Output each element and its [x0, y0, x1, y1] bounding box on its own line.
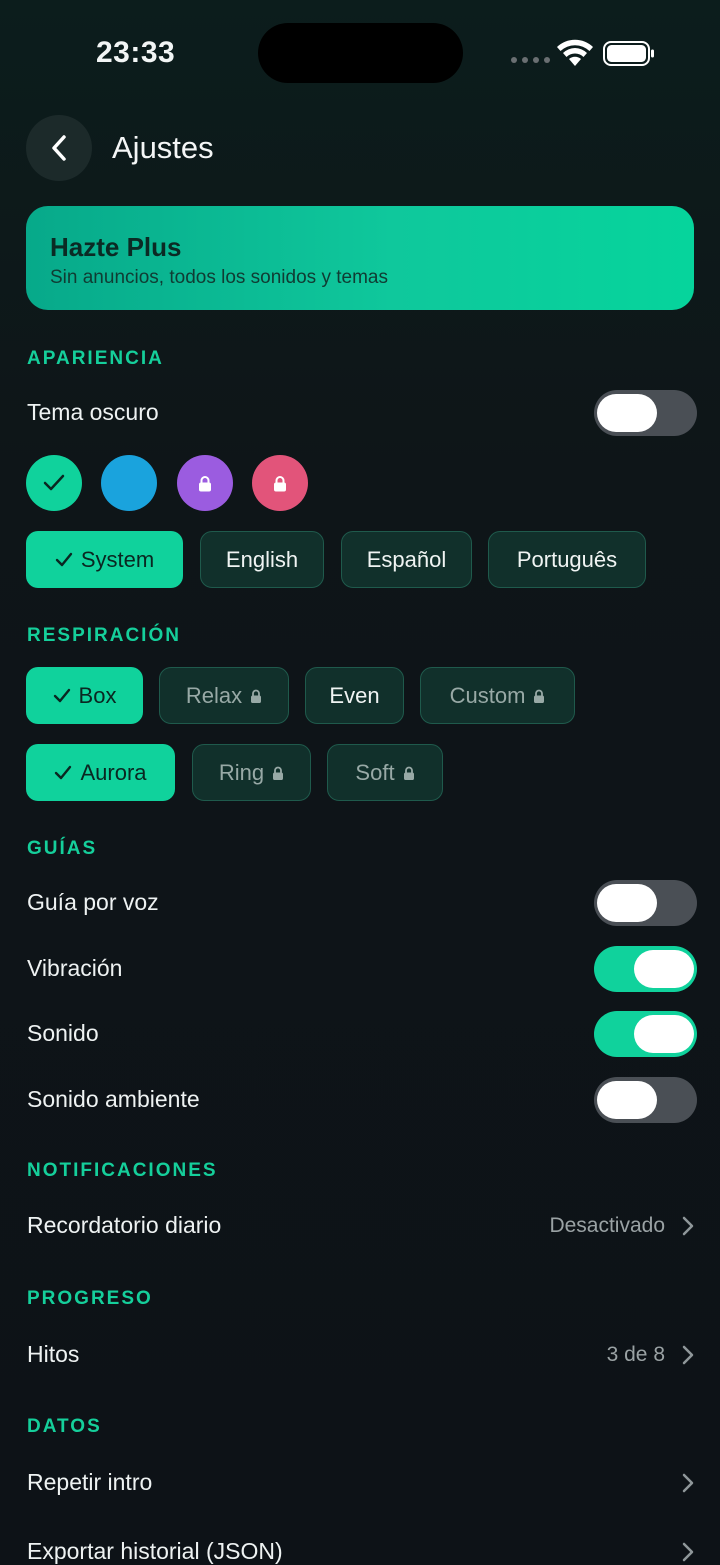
sound-label: Sonido: [27, 1020, 99, 1046]
chip-label: Box: [78, 682, 117, 708]
lock-icon: [273, 766, 284, 780]
language-chip-english[interactable]: English: [200, 531, 324, 588]
ambient-sound-label: Sonido ambiente: [27, 1086, 200, 1112]
language-chip-portugues[interactable]: Português: [488, 531, 646, 588]
chip-label: English: [225, 546, 299, 572]
chip-label: System: [80, 546, 155, 572]
milestones-label: Hitos: [27, 1341, 80, 1367]
milestones-row[interactable]: Hitos 3 de 8: [0, 1324, 720, 1386]
sound-toggle[interactable]: [594, 1011, 697, 1057]
ambient-sound-toggle[interactable]: [594, 1077, 697, 1123]
check-icon: [43, 474, 65, 491]
theme-swatch-purple[interactable]: [177, 455, 233, 511]
daily-reminder-value: Desactivado: [549, 1214, 665, 1237]
chip-label: Even: [329, 682, 380, 708]
chevron-left-icon: [52, 135, 66, 161]
chip-label: Aurora: [80, 759, 147, 785]
export-history-label: Exportar historial (JSON): [27, 1538, 283, 1564]
dark-theme-label: Tema oscuro: [27, 399, 159, 425]
daily-reminder-row[interactable]: Recordatorio diario Desactivado: [0, 1195, 720, 1257]
cellular-signal-icon: [511, 57, 550, 63]
section-header-progress: PROGRESO: [27, 1288, 153, 1309]
chip-label: Soft: [355, 759, 395, 785]
upgrade-plus-banner[interactable]: Hazte Plus Sin anuncios, todos los sonid…: [26, 206, 694, 310]
export-history-row[interactable]: Exportar historial (JSON): [0, 1522, 720, 1565]
visual-chip-ring[interactable]: Ring: [192, 744, 311, 801]
daily-reminder-label: Recordatorio diario: [27, 1212, 222, 1238]
chip-label: Ring: [218, 759, 265, 785]
check-icon: [55, 765, 72, 779]
pattern-chip-even[interactable]: Even: [305, 667, 404, 724]
section-header-appearance: APARIENCIA: [27, 348, 164, 369]
dynamic-island: [258, 23, 463, 83]
language-chip-espanol[interactable]: Español: [341, 531, 472, 588]
voice-guide-label: Guía por voz: [27, 889, 159, 915]
lock-icon: [403, 766, 414, 780]
theme-swatch-blue[interactable]: [101, 455, 157, 511]
check-icon: [53, 688, 70, 702]
plus-title: Hazte Plus: [50, 232, 182, 262]
back-button[interactable]: [26, 115, 92, 181]
section-header-guides: GUÍAS: [27, 838, 98, 859]
lock-icon: [534, 689, 545, 703]
lock-icon: [199, 475, 211, 491]
page-title: Ajustes: [112, 130, 214, 165]
theme-swatch-pink[interactable]: [252, 455, 308, 511]
language-chip-system[interactable]: System: [26, 531, 183, 588]
theme-swatch-green[interactable]: [26, 455, 82, 511]
lock-icon: [251, 689, 262, 703]
pattern-chip-box[interactable]: Box: [26, 667, 143, 724]
vibration-toggle[interactable]: [594, 946, 697, 992]
dark-theme-toggle[interactable]: [594, 390, 697, 436]
battery-icon: [603, 41, 654, 66]
pattern-chip-relax[interactable]: Relax: [159, 667, 289, 724]
wifi-icon: [557, 39, 593, 66]
lock-icon: [274, 475, 286, 491]
chevron-right-icon: [682, 1216, 694, 1236]
status-time: 23:33: [96, 36, 176, 69]
replay-intro-label: Repetir intro: [27, 1469, 153, 1495]
pattern-chip-custom[interactable]: Custom: [420, 667, 575, 724]
chip-label: Custom: [449, 682, 526, 708]
visual-chip-soft[interactable]: Soft: [327, 744, 443, 801]
vibration-label: Vibración: [27, 955, 123, 981]
visual-chip-aurora[interactable]: Aurora: [26, 744, 175, 801]
milestones-value: 3 de 8: [606, 1343, 665, 1366]
plus-subtitle: Sin anuncios, todos los sonidos y temas: [50, 267, 388, 288]
chevron-right-icon: [682, 1473, 694, 1493]
check-icon: [55, 552, 73, 566]
chip-label: Relax: [185, 682, 243, 708]
replay-intro-row[interactable]: Repetir intro: [0, 1452, 720, 1514]
section-header-notifications: NOTIFICACIONES: [27, 1160, 218, 1181]
section-header-breathing: RESPIRACIÓN: [27, 625, 181, 646]
chevron-right-icon: [682, 1345, 694, 1365]
chevron-right-icon: [682, 1542, 694, 1562]
section-header-data: DATOS: [27, 1416, 102, 1437]
chip-label: Português: [516, 546, 618, 572]
voice-guide-toggle[interactable]: [594, 880, 697, 926]
chip-label: Español: [366, 546, 447, 572]
